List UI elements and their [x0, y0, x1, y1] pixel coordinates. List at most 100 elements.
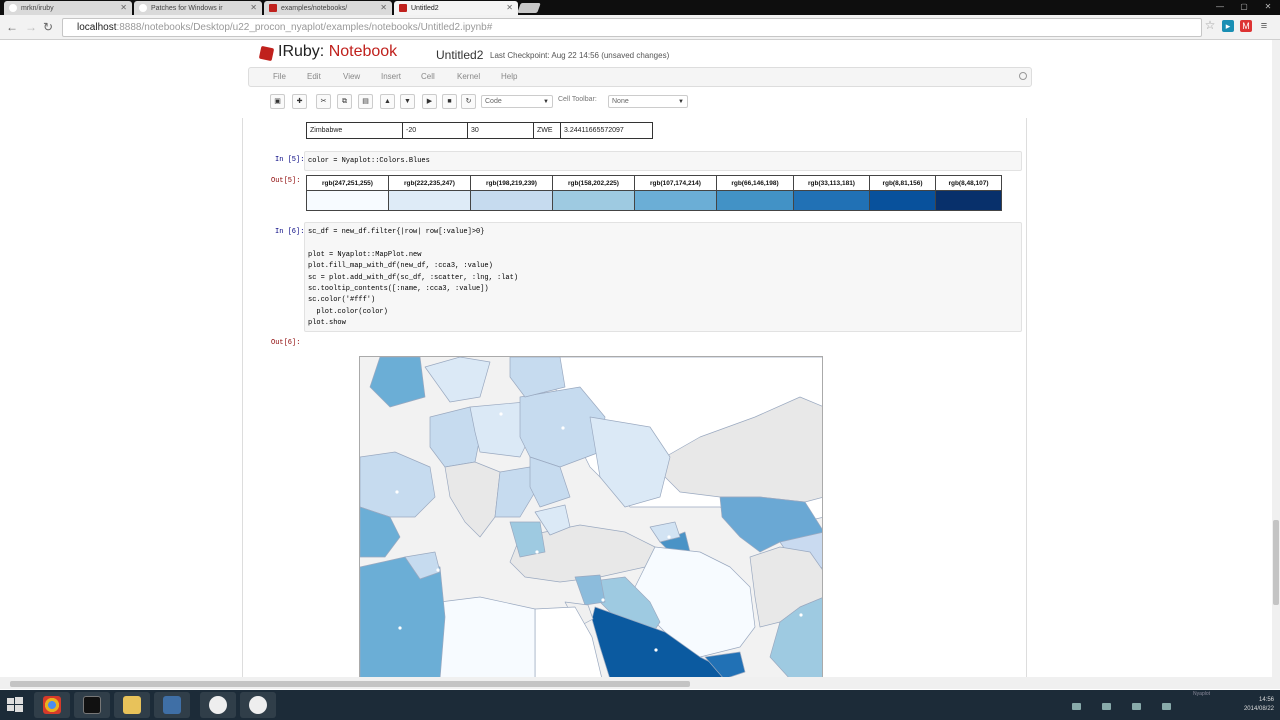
color-swatch: [552, 190, 635, 211]
color-swatch: [470, 190, 553, 211]
iruby-icon: [269, 4, 277, 12]
scatter-point[interactable]: [395, 490, 399, 494]
scatter-point[interactable]: [561, 426, 565, 430]
close-window-icon[interactable]: ✕: [1256, 0, 1280, 15]
tray-keyboard-icon[interactable]: [1072, 703, 1081, 710]
color-label: rgb(198,219,239): [470, 175, 553, 191]
taskbar-explorer[interactable]: [114, 692, 150, 718]
menu-cell[interactable]: Cell: [421, 72, 435, 81]
cell-toolbar-select[interactable]: None ▼: [608, 95, 688, 108]
scatter-point[interactable]: [667, 535, 671, 539]
scatter-point[interactable]: [436, 568, 440, 572]
scatter-point[interactable]: [799, 613, 803, 617]
browser-tab-patches[interactable]: Patches for Windows ir ✕: [134, 1, 262, 15]
reload-icon[interactable]: ↻: [43, 20, 53, 34]
color-label: rgb(107,174,214): [634, 175, 717, 191]
table-cell: ZWE: [533, 122, 561, 139]
browser-tab-strip: mrkn/iruby ✕ Patches for Windows ir ✕ ex…: [0, 0, 1280, 15]
color-swatch: [869, 190, 936, 211]
iruby-logo[interactable]: IRuby: Notebook: [278, 43, 397, 61]
input-prompt: In [5]:: [275, 156, 305, 164]
restart-icon[interactable]: ↻: [461, 94, 476, 109]
forward-arrow-icon[interactable]: →: [25, 20, 37, 34]
menu-view[interactable]: View: [343, 72, 360, 81]
menu-help[interactable]: Help: [501, 72, 517, 81]
terminal-icon: [83, 696, 101, 714]
move-down-icon[interactable]: ▼: [400, 94, 415, 109]
chrome-icon: [43, 696, 61, 714]
notebook-name[interactable]: Untitled2: [436, 48, 483, 62]
notebook-menubar: File Edit View Insert Cell Kernel Help: [248, 67, 1032, 87]
color-swatch: [793, 190, 870, 211]
back-arrow-icon[interactable]: ←: [6, 20, 18, 34]
tray-network-icon[interactable]: [1102, 703, 1111, 710]
maximize-icon[interactable]: ▢: [1232, 0, 1256, 15]
scatter-point[interactable]: [499, 412, 503, 416]
taskbar-github[interactable]: [200, 692, 236, 718]
cube-icon: [163, 696, 181, 714]
map-region-algeria[interactable]: [360, 556, 446, 678]
code-cell-input[interactable]: color = Nyaplot::Colors.Blues: [304, 151, 1022, 171]
extension-icon[interactable]: ▸: [1222, 20, 1234, 32]
table-cell: 30: [467, 122, 534, 139]
clock-date: 2014/08/22: [1243, 706, 1274, 712]
insert-cell-icon[interactable]: ✚: [292, 94, 307, 109]
url-input[interactable]: localhost:8888/notebooks/Desktop/u22_pro…: [62, 18, 1202, 37]
browser-tab-untitled2[interactable]: Untitled2 ✕: [394, 1, 518, 15]
cell-toolbar-label: Cell Toolbar:: [558, 96, 597, 103]
vertical-scroll-thumb[interactable]: [1273, 520, 1279, 605]
window-controls: — ▢ ✕: [1208, 0, 1280, 15]
clock-time: 14:56: [1258, 697, 1274, 703]
url-host: localhost: [77, 22, 117, 33]
scatter-point[interactable]: [398, 626, 402, 630]
url-path: :8888/notebooks/Desktop/u22_procon_nyapl…: [116, 22, 493, 33]
new-tab-button[interactable]: [517, 3, 541, 13]
scatter-point[interactable]: [654, 648, 658, 652]
copy-icon[interactable]: ⧉: [337, 94, 352, 109]
menu-file[interactable]: File: [273, 72, 286, 81]
taskbar-virtualbox[interactable]: [154, 692, 190, 718]
menu-edit[interactable]: Edit: [307, 72, 321, 81]
color-label: rgb(8,81,156): [869, 175, 936, 191]
close-icon[interactable]: ✕: [250, 3, 257, 12]
nyaplot-map-output[interactable]: [359, 356, 823, 678]
color-label: rgb(222,235,247): [388, 175, 471, 191]
taskbar-github-2[interactable]: [240, 692, 276, 718]
cut-icon[interactable]: ✂: [316, 94, 331, 109]
menu-icon[interactable]: ≡: [1258, 20, 1270, 32]
map-region-libya[interactable]: [439, 596, 536, 678]
close-icon[interactable]: ✕: [506, 3, 513, 12]
browser-tab-examples[interactable]: examples/notebooks/ ✕: [264, 1, 392, 15]
browser-tab-iruby-repo[interactable]: mrkn/iruby ✕: [4, 1, 132, 15]
scatter-point[interactable]: [535, 550, 539, 554]
code-cell-input[interactable]: sc_df = new_df.filter{|row| row[:value]>…: [304, 222, 1022, 332]
menu-insert[interactable]: Insert: [381, 72, 401, 81]
color-label: rgb(158,202,225): [552, 175, 635, 191]
taskbar-terminal[interactable]: [74, 692, 110, 718]
tray-volume-icon[interactable]: [1132, 703, 1141, 710]
bookmark-star-icon[interactable]: ☆: [1204, 19, 1216, 31]
gmail-icon[interactable]: M: [1240, 20, 1252, 32]
interrupt-icon[interactable]: ■: [442, 94, 457, 109]
choropleth-map[interactable]: [360, 357, 823, 678]
start-windows-icon[interactable]: [6, 696, 24, 714]
cell-type-select[interactable]: Code ▼: [481, 95, 553, 108]
system-clock[interactable]: 14:56 2014/08/22: [1244, 696, 1274, 714]
horizontal-scroll-thumb[interactable]: [10, 681, 690, 687]
run-cell-icon[interactable]: ▶: [422, 94, 437, 109]
github-icon: [209, 696, 227, 714]
tray-flag-icon[interactable]: [1162, 703, 1171, 710]
taskbar-chrome[interactable]: [34, 692, 70, 718]
menu-kernel[interactable]: Kernel: [457, 72, 480, 81]
color-label: rgb(8,48,107): [935, 175, 1002, 191]
save-icon[interactable]: ▣: [270, 94, 285, 109]
move-up-icon[interactable]: ▲: [380, 94, 395, 109]
color-swatch: [306, 190, 389, 211]
paste-icon[interactable]: ▤: [358, 94, 373, 109]
output-prompt: Out[6]:: [271, 339, 301, 347]
tab-title: Patches for Windows ir: [151, 4, 223, 12]
scatter-point[interactable]: [601, 598, 605, 602]
close-icon[interactable]: ✕: [120, 3, 127, 12]
close-icon[interactable]: ✕: [380, 3, 387, 12]
minimize-icon[interactable]: —: [1208, 0, 1232, 15]
